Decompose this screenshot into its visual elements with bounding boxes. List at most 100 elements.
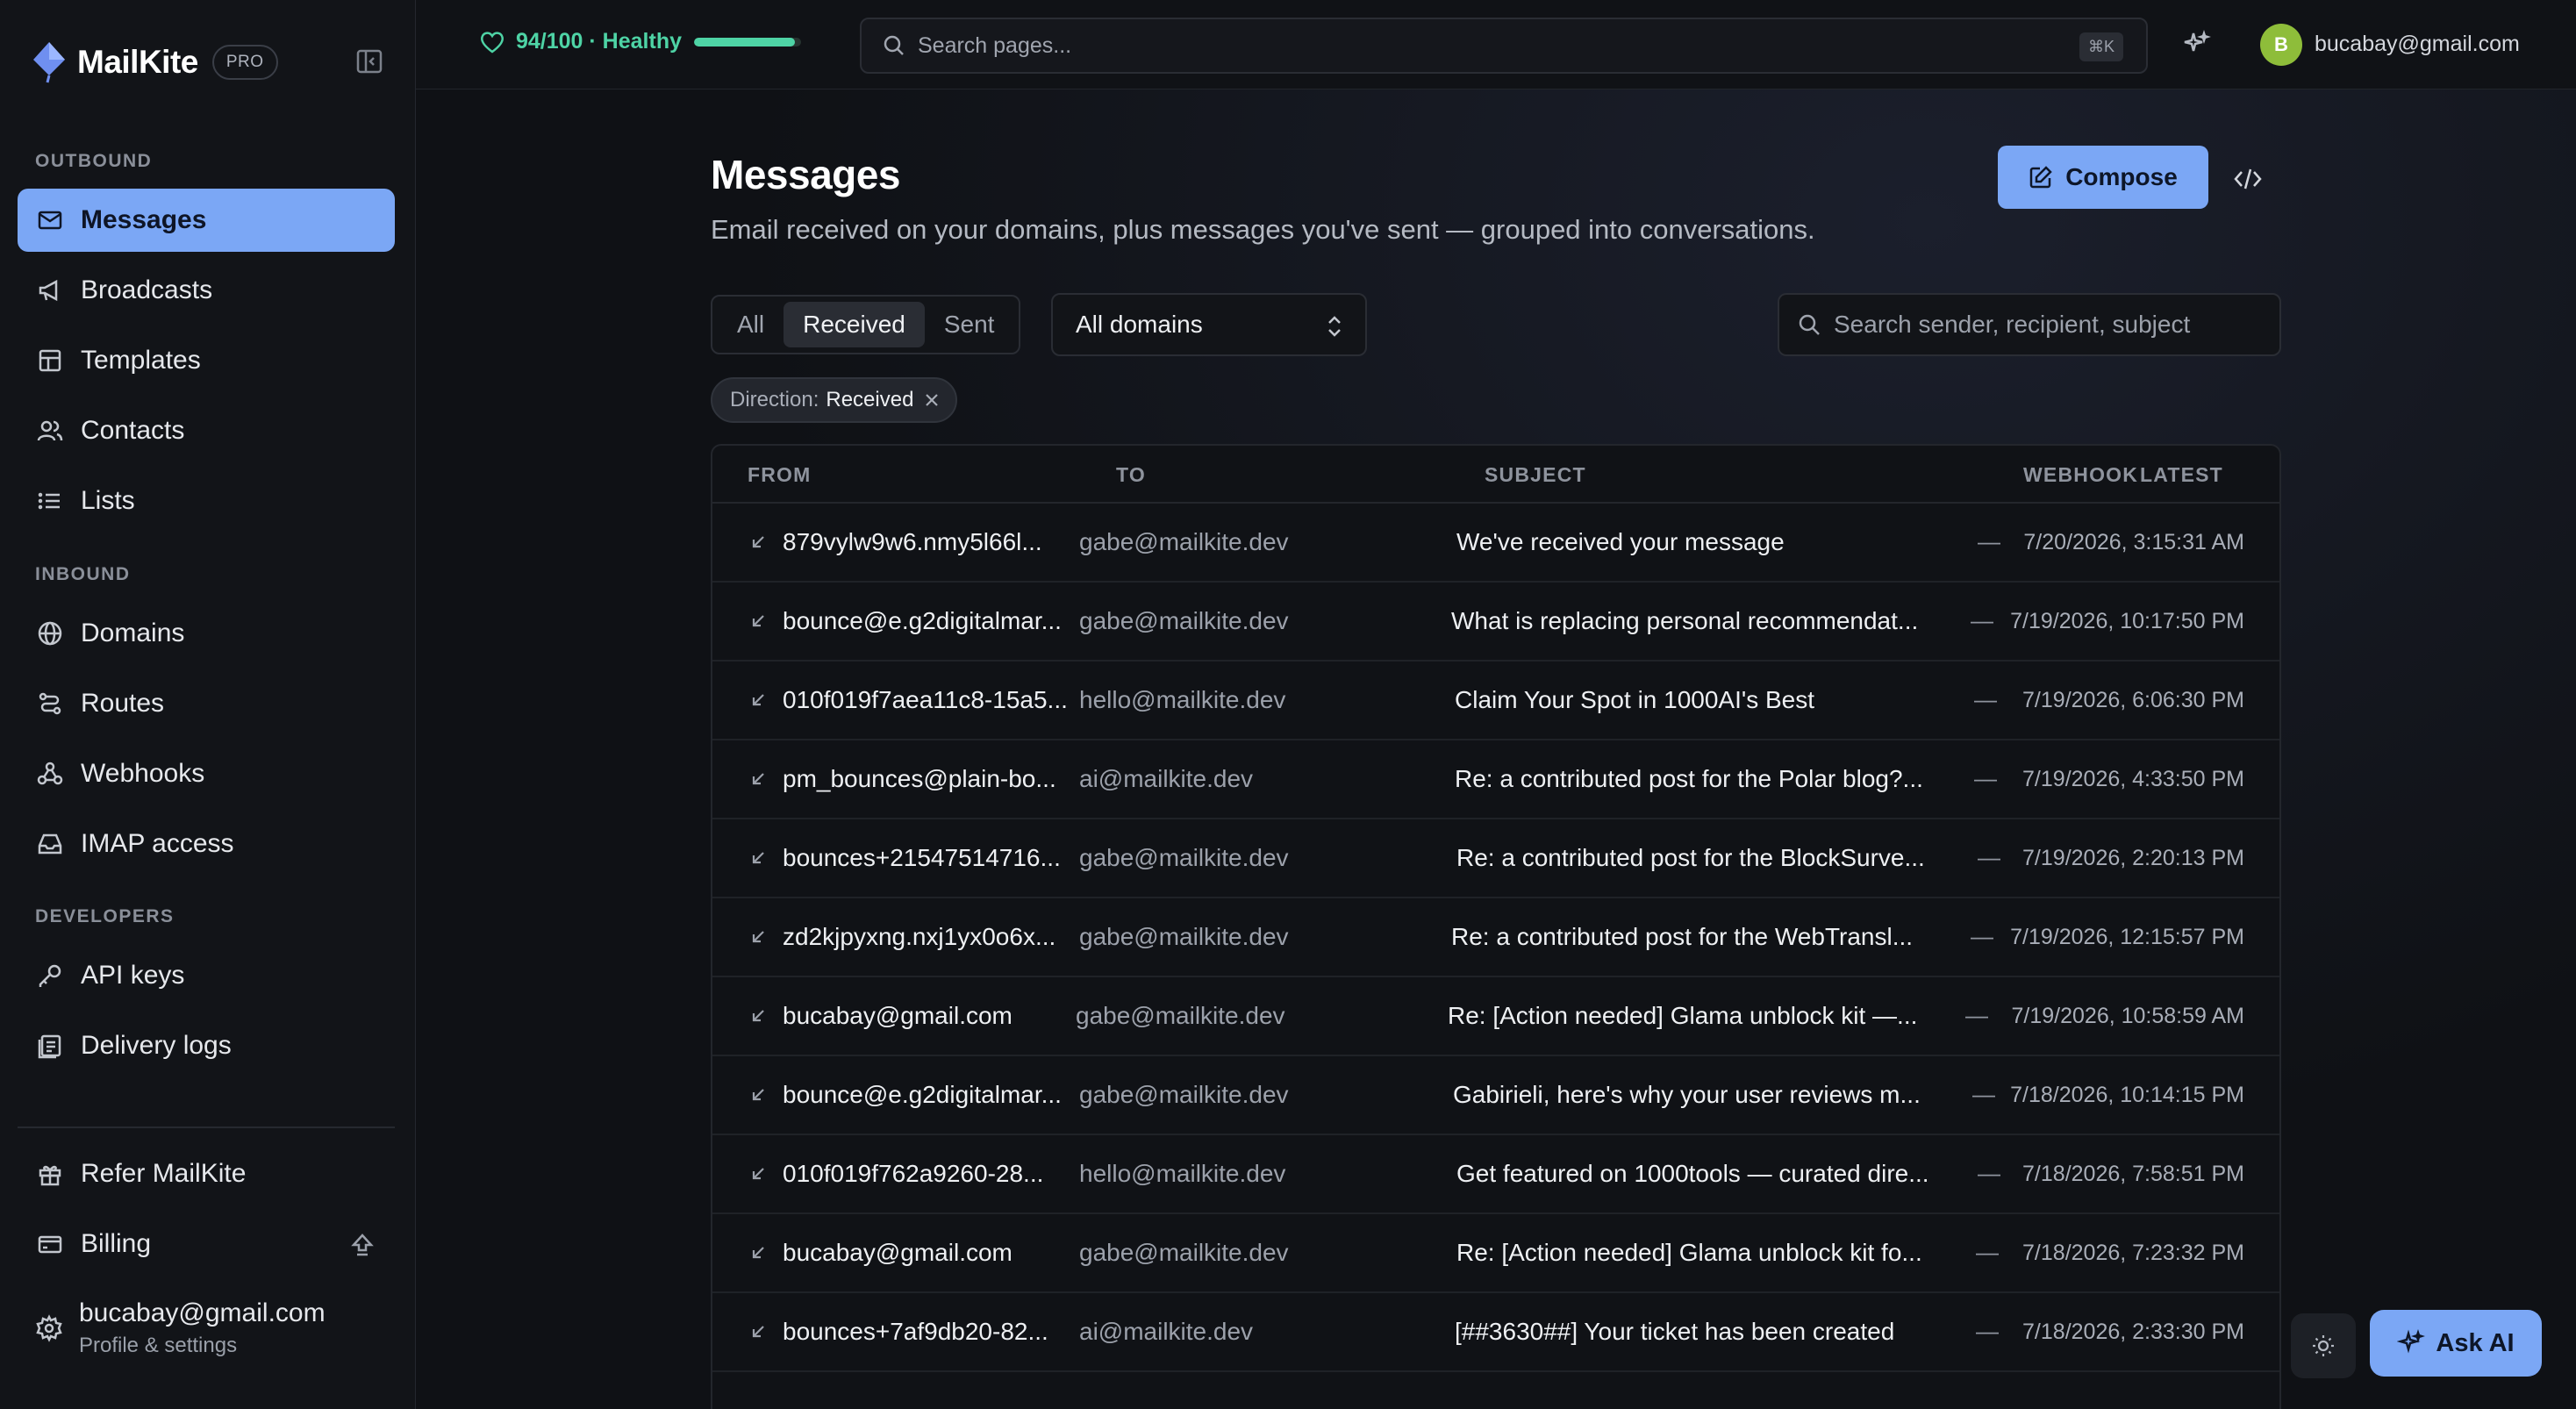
message-search-input[interactable]: Search sender, recipient, subject	[1778, 293, 2281, 356]
cell-latest: 7/19/2026, 12:15:57 PM	[2010, 925, 2244, 949]
sidebar-item-domains[interactable]: Domains	[18, 602, 395, 665]
gift-icon	[35, 1159, 65, 1189]
users-icon	[35, 416, 65, 446]
table-header: FROM TO SUBJECT WEBHOOK LATEST	[712, 446, 2279, 504]
cell-latest: 7/18/2026, 7:23:32 PM	[2022, 1241, 2244, 1265]
domain-select[interactable]: All domains	[1051, 293, 1367, 356]
sidebar-item-templates[interactable]: Templates	[18, 329, 395, 392]
table-row[interactable]: 010f019f762a9260-28... hello@mailkite.dev…	[712, 1135, 2279, 1214]
sidebar-item-label: Templates	[81, 346, 201, 375]
sidebar-item-messages[interactable]: Messages	[18, 189, 395, 252]
brand[interactable]: MailKite PRO	[30, 40, 278, 84]
sidebar-item-lists[interactable]: Lists	[18, 469, 395, 533]
sidebar-item-api-keys[interactable]: API keys	[18, 944, 395, 1007]
sparkles-icon[interactable]	[2179, 28, 2213, 61]
cell-latest: 7/19/2026, 10:58:59 AM	[2011, 1004, 2245, 1028]
user-email[interactable]: bucabay@gmail.com	[2315, 32, 2520, 57]
filter-sent[interactable]: Sent	[925, 302, 1014, 347]
arrow-down-left-icon	[749, 928, 767, 946]
search-placeholder: Search pages...	[918, 32, 1072, 58]
edit-icon	[2029, 165, 2053, 190]
message-search-placeholder: Search sender, recipient, subject	[1834, 311, 2191, 338]
profile-subtitle: Profile & settings	[79, 1334, 238, 1357]
table-row[interactable]: bucabay@gmail.com gabe@mailkite.dev Re: [A…	[712, 977, 2279, 1056]
profile-settings[interactable]: bucabay@gmail.com Profile & settings	[35, 1298, 326, 1358]
table-row[interactable]: bounce@e.g2digitalmar... gabe@mailkite.de…	[712, 583, 2279, 662]
cell-webhook: —	[1972, 1081, 1995, 1107]
table-row[interactable]: bounces+7af9db20-82... ai@mailkite.dev [##…	[712, 1293, 2279, 1372]
arrow-down-left-icon	[749, 533, 767, 551]
sidebar-item-label: Domains	[81, 619, 185, 647]
table-row[interactable]: 010f019f7aea11c8-15a5... hello@mailkite.d…	[712, 662, 2279, 740]
table-row[interactable]: bounce@e.g2digitalmar... gabe@mailkite.de…	[712, 1056, 2279, 1135]
cell-to: gabe@mailkite.dev	[1079, 528, 1289, 555]
cell-to: gabe@mailkite.dev	[1079, 1239, 1289, 1266]
sidebar-item-broadcasts[interactable]: Broadcasts	[18, 259, 395, 322]
table-row[interactable]: zd2kjpyxng.nxj1yx0o6x... gabe@mailkite.de…	[712, 898, 2279, 977]
cell-from: 010f019f7aea11c8-15a5...	[783, 686, 1068, 713]
cell-latest: 7/19/2026, 6:06:30 PM	[2022, 688, 2244, 712]
compose-button[interactable]: Compose	[1998, 146, 2208, 209]
logs-icon	[35, 1031, 65, 1061]
cell-from: pm_bounces@plain-bo...	[783, 765, 1056, 792]
cell-webhook: —	[1978, 844, 2000, 870]
sidebar-item-label: IMAP access	[81, 829, 234, 858]
column-webhook[interactable]: WEBHOOK	[2023, 463, 2138, 487]
filter-all[interactable]: All	[718, 302, 784, 347]
sidebar-item-label: Messages	[81, 205, 207, 234]
cell-to: ai@mailkite.dev	[1079, 1318, 1254, 1345]
globe-icon	[35, 619, 65, 648]
sidebar-item-billing[interactable]: Billing	[18, 1212, 395, 1276]
column-to[interactable]: TO	[1116, 463, 1146, 487]
main-content: Messages Email received on your domains,…	[416, 89, 2576, 1409]
sidebar-item-label: Routes	[81, 689, 165, 718]
table-body: 879vylw9w6.nmy5l66l... gabe@mailkite.dev W…	[712, 504, 2279, 1372]
filter-received[interactable]: Received	[784, 302, 925, 347]
route-icon	[35, 689, 65, 719]
sidebar-item-delivery-logs[interactable]: Delivery logs	[18, 1014, 395, 1077]
cell-to: gabe@mailkite.dev	[1076, 1002, 1285, 1029]
health-progress-fill	[694, 37, 795, 46]
profile-email: bucabay@gmail.com	[79, 1298, 326, 1327]
theme-toggle-button[interactable]	[2291, 1313, 2356, 1378]
cell-subject: Get featured on 1000tools — curated dire…	[1456, 1160, 1929, 1187]
search-icon	[883, 34, 905, 57]
sidebar-item-label: API keys	[81, 961, 185, 990]
column-latest[interactable]: LATEST	[2140, 463, 2223, 487]
ask-ai-button[interactable]: Ask AI	[2370, 1310, 2542, 1377]
table-row[interactable]: 879vylw9w6.nmy5l66l... gabe@mailkite.dev W…	[712, 504, 2279, 583]
sidebar-item-refer[interactable]: Refer MailKite	[18, 1142, 395, 1205]
arrow-down-left-icon	[749, 1007, 767, 1025]
sidebar-item-contacts[interactable]: Contacts	[18, 399, 395, 462]
arrow-down-left-icon	[749, 1323, 767, 1341]
sidebar-item-routes[interactable]: Routes	[18, 672, 395, 735]
avatar[interactable]: B	[2260, 24, 2302, 66]
direction-filter: All Received Sent	[711, 295, 1021, 354]
sidebar-item-imap-access[interactable]: IMAP access	[18, 812, 395, 876]
cell-subject: Claim Your Spot in 1000AI's Best	[1455, 686, 1815, 713]
column-from[interactable]: FROM	[748, 463, 812, 487]
chip-value: Received	[826, 388, 914, 411]
cell-webhook: —	[1974, 686, 1997, 712]
table-row[interactable]: bucabay@gmail.com gabe@mailkite.dev Re: [A…	[712, 1214, 2279, 1293]
cell-from: bucabay@gmail.com	[783, 1002, 1013, 1029]
ask-ai-label: Ask AI	[2436, 1328, 2515, 1357]
close-icon[interactable]	[924, 392, 940, 408]
cell-latest: 7/20/2026, 3:15:31 AM	[2023, 530, 2244, 554]
table-row[interactable]: pm_bounces@plain-bo... ai@mailkite.dev Re:…	[712, 740, 2279, 819]
table-row[interactable]: bounces+21547514716... gabe@mailkite.dev R…	[712, 819, 2279, 898]
cell-latest: 7/19/2026, 4:33:50 PM	[2022, 767, 2244, 791]
collapse-sidebar-icon[interactable]	[354, 46, 384, 76]
upgrade-icon[interactable]	[347, 1230, 377, 1260]
code-icon[interactable]	[2232, 163, 2264, 195]
page-search-input[interactable]: Search pages... ⌘K	[860, 18, 2148, 74]
cell-from: bounce@e.g2digitalmar...	[783, 607, 1062, 634]
gear-icon	[35, 1314, 63, 1342]
cell-latest: 7/18/2026, 7:58:51 PM	[2022, 1162, 2244, 1186]
section-label-outbound: OUTBOUND	[35, 151, 153, 171]
sidebar-item-webhooks[interactable]: Webhooks	[18, 742, 395, 805]
health-indicator[interactable]: 94/100 · Healthy	[479, 29, 801, 54]
health-progress-bar	[694, 37, 801, 46]
column-subject[interactable]: SUBJECT	[1485, 463, 1586, 487]
sidebar-item-label: Billing	[81, 1229, 152, 1258]
